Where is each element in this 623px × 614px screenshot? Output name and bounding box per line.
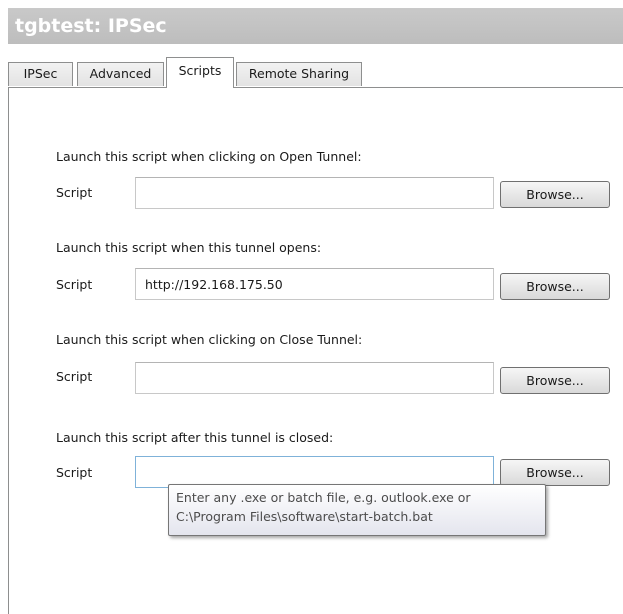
- close-tunnel-script-label: Script: [56, 369, 93, 384]
- close-tunnel-browse-button[interactable]: Browse...: [500, 367, 610, 394]
- script-path-tooltip: Enter any .exe or batch file, e.g. outlo…: [168, 484, 546, 536]
- tab-remote-sharing[interactable]: Remote Sharing: [236, 62, 362, 86]
- tunnel-opens-script-input[interactable]: [135, 268, 494, 300]
- close-tunnel-heading: Launch this script when clicking on Clos…: [56, 332, 363, 347]
- tunnel-opens-script-label: Script: [56, 277, 93, 292]
- open-tunnel-script-label: Script: [56, 185, 93, 200]
- tunnel-opens-browse-button[interactable]: Browse...: [500, 273, 610, 300]
- tab-advanced[interactable]: Advanced: [77, 62, 164, 86]
- tunnel-opens-heading: Launch this script when this tunnel open…: [56, 240, 322, 255]
- open-tunnel-browse-button[interactable]: Browse...: [500, 181, 610, 208]
- tunnel-closed-browse-button[interactable]: Browse...: [500, 459, 610, 486]
- open-tunnel-script-input[interactable]: [135, 177, 494, 209]
- open-tunnel-heading: Launch this script when clicking on Open…: [56, 149, 362, 164]
- tab-scripts[interactable]: Scripts: [166, 57, 234, 88]
- window-title: tgbtest: IPSec: [8, 8, 623, 44]
- tab-ipsec[interactable]: IPSec: [8, 62, 73, 86]
- tooltip-line-2: C:\Program Files\software\start-batch.ba…: [176, 509, 433, 524]
- tooltip-line-1: Enter any .exe or batch file, e.g. outlo…: [176, 490, 471, 505]
- tab-strip: IPSec Advanced Scripts Remote Sharing: [8, 44, 623, 88]
- tunnel-closed-heading: Launch this script after this tunnel is …: [56, 430, 334, 445]
- close-tunnel-script-input[interactable]: [135, 362, 494, 394]
- tunnel-closed-script-label: Script: [56, 465, 93, 480]
